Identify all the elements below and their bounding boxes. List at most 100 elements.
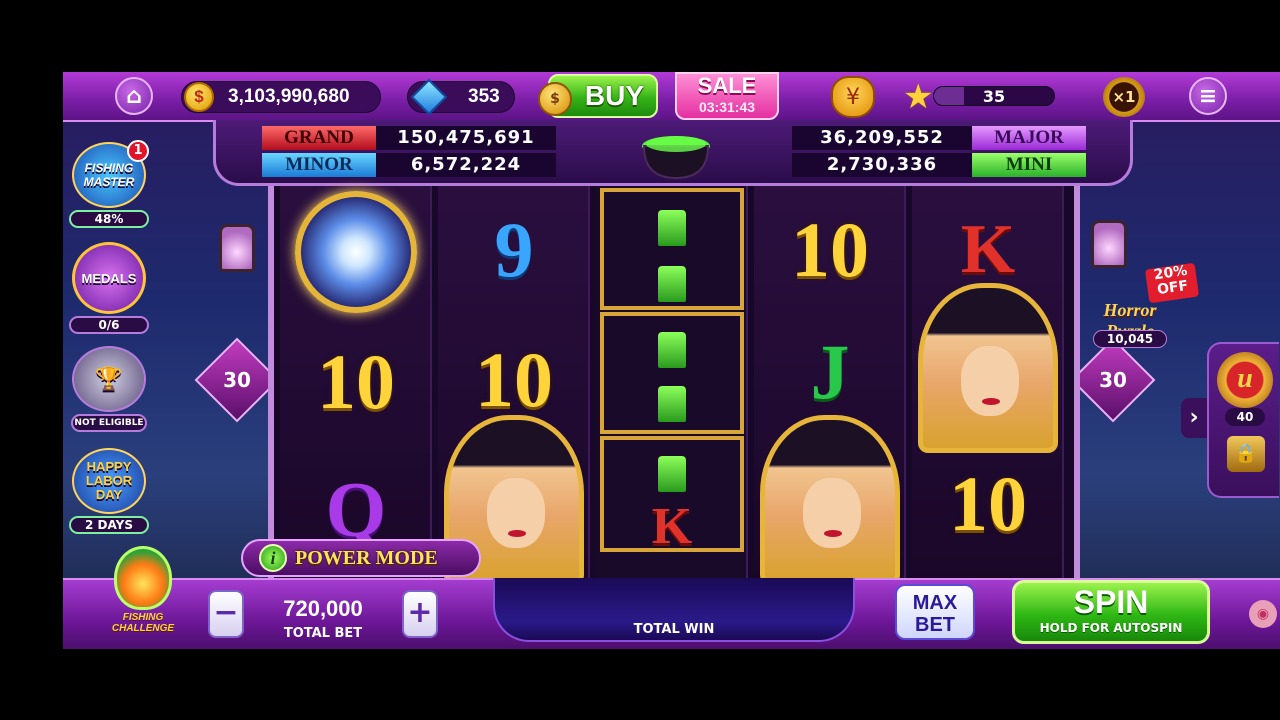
level-progress-bar: 35: [933, 86, 1055, 106]
crystal-orb-symbol: [280, 188, 432, 316]
paylines-badge-right: 30: [1070, 337, 1156, 423]
max-bet-line1: MAX: [912, 592, 958, 614]
fishing-challenge-label: FISHING CHALLENGE: [111, 612, 175, 634]
medals-icon: MEDALS: [72, 242, 146, 314]
buy-label: BUY: [584, 80, 644, 111]
gem-amount: 353: [468, 86, 500, 107]
level-value: 35: [982, 87, 1006, 106]
major-label: MAJOR: [972, 126, 1086, 150]
green-candle-icon: [658, 266, 686, 302]
fishing-master-event[interactable]: FISHING MASTER 1 48%: [67, 140, 151, 228]
medals-label: MEDALS: [81, 270, 137, 286]
lantern-icon-right: [1091, 220, 1127, 268]
labor-day-icon: HAPPY LABOR DAY: [72, 448, 146, 514]
hamburger-menu-icon: ≡: [1198, 83, 1218, 109]
reel-symbol: 9: [494, 206, 534, 293]
spin-label: SPIN: [1073, 584, 1149, 620]
expand-panel-button[interactable]: ›: [1181, 398, 1207, 438]
spin-sublabel: HOLD FOR AUTOSPIN: [1039, 621, 1183, 635]
slot-game-screen: ⌂ $ 3,103,990,680 353 $ BUY SALE 03:31:4…: [63, 72, 1280, 649]
jackpot-minor: MINOR 6,572,224: [262, 153, 556, 177]
grand-value: 150,475,691: [376, 126, 556, 150]
labor-day-event[interactable]: HAPPY LABOR DAY 2 DAYS: [67, 448, 151, 534]
jackpot-major: 36,209,552 MAJOR: [792, 126, 1086, 150]
sale-timer: 03:31:43: [698, 99, 756, 115]
labor-day-remaining: 2 DAYS: [69, 516, 149, 534]
reel-3: K: [596, 186, 748, 580]
right-side-panel[interactable]: u 40 🔒: [1207, 342, 1279, 498]
lock-icon: 🔒: [1227, 436, 1265, 472]
lucky-cat-icon[interactable]: ¥: [831, 76, 875, 118]
major-value: 36,209,552: [792, 126, 972, 150]
horror-puzzle-value: 10,045: [1093, 330, 1167, 348]
reel-4: 10 J: [754, 186, 906, 585]
witch-symbol: [912, 283, 1064, 453]
medals-progress: 0/6: [69, 316, 149, 334]
coin-amount: 3,103,990,680: [228, 86, 350, 107]
total-win-label: TOTAL WIN: [633, 622, 715, 637]
gem-balance[interactable]: 353: [407, 78, 515, 116]
cauldron-icon: [626, 120, 726, 182]
max-bet-line2: BET: [915, 614, 955, 636]
green-candle-icon: [658, 332, 686, 368]
reel-symbol: 10: [317, 338, 395, 425]
notification-badge: 1: [127, 140, 149, 162]
decrease-bet-button[interactable]: −: [208, 590, 244, 638]
fishing-challenge-button[interactable]: FISHING CHALLENGE: [107, 546, 179, 642]
sale-button[interactable]: SALE 03:31:43: [675, 72, 779, 120]
u-badge-icon: u: [1217, 352, 1273, 408]
trophy-icon: 🏆: [72, 346, 146, 412]
jackpot-mini: 2,730,336 MINI: [792, 153, 1086, 177]
fishing-master-progress: 48%: [69, 210, 149, 228]
reel-symbol: 10: [949, 460, 1027, 547]
reel-2: 9 10: [438, 186, 590, 585]
coin-balance[interactable]: $ 3,103,990,680: [181, 81, 381, 113]
green-candle-icon: [658, 386, 686, 422]
total-win-display: TOTAL WIN: [493, 578, 855, 642]
gem-icon: [410, 78, 448, 116]
dollar-coin-icon: $: [184, 82, 214, 112]
green-candle-icon: [658, 210, 686, 246]
reel-1: 10 Q: [280, 186, 432, 580]
flame-icon: [114, 546, 172, 610]
max-bet-button[interactable]: MAX BET: [895, 584, 975, 640]
minor-label: MINOR: [262, 153, 376, 177]
not-eligible-event[interactable]: 🏆 NOT ELIGIBLE: [67, 346, 151, 432]
record-icon[interactable]: ◉: [1249, 600, 1277, 628]
medals-event[interactable]: MEDALS 0/6: [67, 242, 151, 334]
money-bag-icon: $: [538, 82, 572, 116]
buy-button[interactable]: $ BUY: [538, 74, 658, 118]
top-bar: ⌂ $ 3,103,990,680 353 $ BUY SALE 03:31:4…: [63, 72, 1280, 122]
u-badge-count: 40: [1225, 408, 1265, 426]
multiplier-badge[interactable]: ×1: [1103, 77, 1145, 117]
reel-grid: 10 Q 9 10 K 10 J K 10: [268, 186, 1080, 585]
reel-symbol: 10: [791, 206, 869, 293]
home-button[interactable]: ⌂: [115, 77, 153, 115]
witch-symbol: [754, 415, 906, 585]
reel-5: K 10: [912, 186, 1064, 580]
increase-bet-button[interactable]: +: [402, 590, 438, 638]
paylines-left-value: 30: [223, 368, 251, 392]
bet-control: − 720,000 TOTAL BET +: [208, 586, 438, 646]
not-eligible-label: NOT ELIGIBLE: [71, 414, 147, 432]
left-side-panel: FISHING MASTER 1 48% MEDALS 0/6 🏆 NOT EL…: [63, 124, 155, 580]
total-bet-label: TOTAL BET: [283, 626, 363, 641]
power-mode-banner[interactable]: i POWER MODE: [241, 539, 481, 577]
star-icon: ★: [903, 77, 934, 117]
home-icon: ⌂: [126, 83, 142, 109]
sale-label: SALE: [697, 73, 757, 98]
minor-value: 6,572,224: [376, 153, 556, 177]
discount-badge: 20% OFF: [1144, 262, 1200, 304]
spin-button[interactable]: SPIN HOLD FOR AUTOSPIN: [1012, 580, 1210, 644]
reel-symbol: K: [651, 497, 693, 555]
jackpot-panel: GRAND 150,475,691 MINOR 6,572,224 36,209…: [213, 120, 1133, 186]
bet-value: 720,000: [283, 596, 363, 621]
grand-label: GRAND: [262, 126, 376, 150]
horror-puzzle-event[interactable]: 20% OFF Horror Puzzle 10,045: [1085, 262, 1200, 350]
paylines-badge-left: 30: [194, 337, 280, 423]
lantern-icon-left: [219, 224, 255, 272]
menu-button[interactable]: ≡: [1189, 77, 1227, 115]
info-icon[interactable]: i: [259, 544, 287, 572]
mini-label: MINI: [972, 153, 1086, 177]
fishing-master-label: FISHING MASTER: [83, 161, 135, 189]
